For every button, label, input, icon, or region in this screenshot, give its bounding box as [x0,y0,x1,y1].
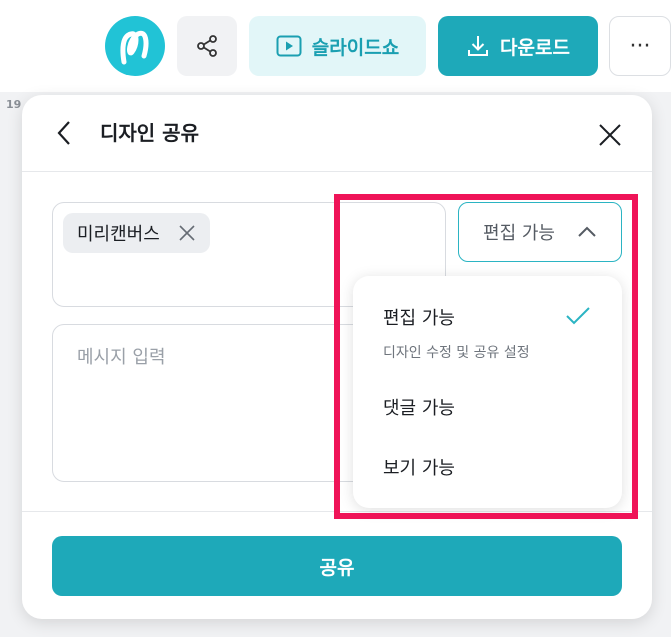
share-icon-button[interactable] [177,16,237,76]
menu-item-edit-description: 디자인 수정 및 공유 설정 [383,345,530,361]
recipient-chip: 미리캔버스 [63,213,210,253]
share-button[interactable]: 공유 [52,536,622,596]
recipient-chip-label: 미리캔버스 [77,224,160,245]
more-options-button[interactable]: ··· [609,16,671,76]
dialog-title: 디자인 공유 [100,121,199,145]
download-label: 다운로드 [500,36,570,59]
menu-item-view[interactable]: 보기 가능 [383,454,455,480]
permission-select[interactable]: 편집 가능 [458,202,622,262]
close-button[interactable] [597,122,623,148]
share-nodes-icon [197,35,217,57]
checkmark-icon [566,307,590,325]
close-icon [599,124,621,146]
footer-divider [22,511,652,512]
menu-item-edit[interactable]: 편집 가능 [383,304,455,330]
remove-chip-icon[interactable] [178,224,196,242]
menu-item-comment[interactable]: 댓글 가능 [383,394,455,420]
header-divider [22,171,652,172]
slideshow-button[interactable]: 슬라이드쇼 [249,16,426,76]
download-button[interactable]: 다운로드 [438,16,598,76]
chevron-up-icon [578,226,596,237]
back-button[interactable] [52,119,76,147]
message-placeholder: 메시지 입력 [77,347,166,368]
slideshow-label: 슬라이드쇼 [311,36,400,59]
permission-select-label: 편집 가능 [483,223,555,244]
chevron-left-icon [57,121,70,145]
permission-menu: 편집 가능 디자인 수정 및 공유 설정 댓글 가능 보기 가능 [353,276,622,508]
avatar[interactable] [105,16,165,76]
more-icon: ··· [629,33,651,59]
play-icon [276,35,302,57]
download-icon [468,36,489,56]
top-toolbar: 슬라이드쇼 다운로드 ··· [0,0,671,92]
miricanvas-logo-icon [120,30,149,65]
